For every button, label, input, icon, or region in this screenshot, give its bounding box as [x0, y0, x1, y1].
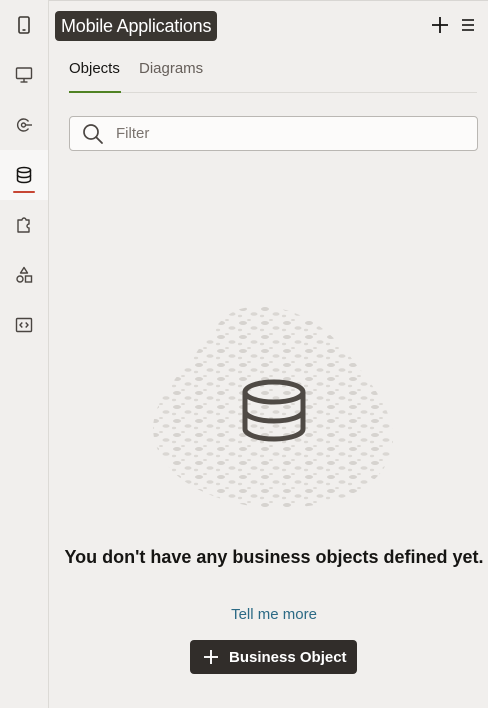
rail-item-mobile-applications[interactable] — [0, 0, 48, 50]
rail-item-source[interactable] — [0, 300, 48, 350]
hamburger-menu-icon — [462, 19, 474, 31]
create-button-label: Business Object — [229, 648, 347, 666]
create-business-object-button[interactable]: Business Object — [190, 640, 357, 674]
plus-icon — [432, 17, 448, 33]
rail-item-components[interactable] — [0, 200, 48, 250]
puzzle-piece-icon — [17, 217, 30, 233]
tell-me-more-link[interactable]: Tell me more — [60, 606, 488, 623]
tab-bar: Objects Diagrams — [69, 55, 477, 93]
menu-button[interactable] — [457, 14, 479, 36]
filter-input[interactable] — [116, 117, 466, 150]
rail-item-web-applications[interactable] — [0, 50, 48, 100]
speckled-blob-shape — [153, 306, 394, 508]
database-icon — [16, 166, 32, 184]
add-button[interactable] — [429, 14, 451, 36]
code-brackets-icon — [15, 317, 33, 333]
desktop-monitor-icon — [15, 67, 33, 83]
search-icon — [83, 124, 103, 144]
rail-item-processes[interactable] — [0, 250, 48, 300]
plus-icon — [204, 650, 218, 664]
rail-item-services[interactable] — [0, 100, 48, 150]
rail-item-business-objects[interactable] — [0, 150, 48, 200]
empty-state-illustration — [153, 306, 394, 508]
top-divider — [0, 0, 488, 1]
tab-objects[interactable]: Objects — [69, 55, 121, 93]
page-title: Mobile Applications — [55, 11, 218, 41]
service-connection-icon — [17, 118, 32, 132]
navigator-rail — [0, 0, 49, 708]
mobile-device-icon — [18, 16, 30, 34]
shapes-icon — [16, 266, 33, 283]
empty-state-heading: You don't have any business objects defi… — [64, 547, 484, 567]
app-frame: Mobile Applications Objects Diagrams Fil… — [0, 0, 488, 708]
tab-diagrams[interactable]: Diagrams — [139, 55, 209, 92]
filter-field — [69, 116, 478, 151]
